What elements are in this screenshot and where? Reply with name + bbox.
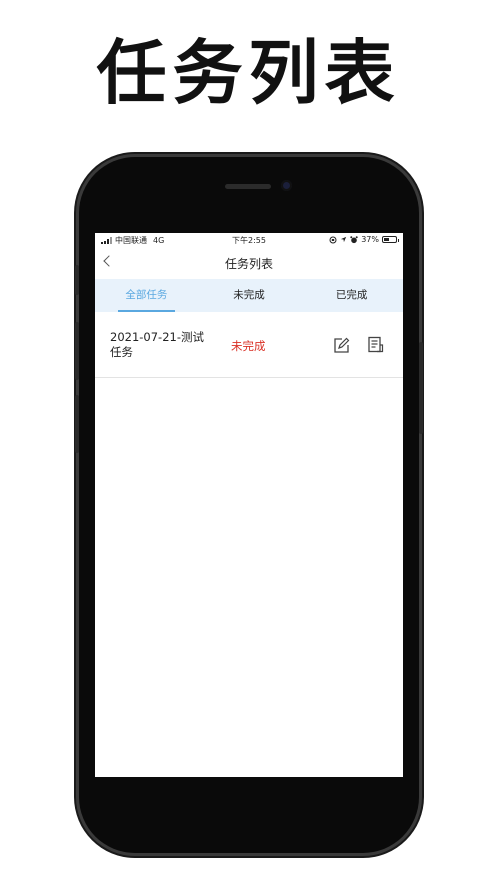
page-title: 任务列表: [224, 257, 273, 271]
task-detail-icon[interactable]: [367, 336, 384, 353]
volume-down-button: [75, 395, 79, 453]
task-filter-tabs: 全部任务 未完成 已完成: [95, 279, 403, 312]
nav-bar: 任务列表: [95, 247, 403, 279]
promo-title: 任务列表: [96, 32, 401, 114]
battery-percent: 37%: [361, 235, 379, 244]
location-icon: [341, 236, 347, 243]
battery-icon: [382, 236, 399, 243]
tab-incomplete[interactable]: 未完成: [198, 279, 301, 312]
tab-completed[interactable]: 已完成: [300, 279, 403, 312]
task-name: 2021-07-21-测试任务: [110, 330, 204, 359]
front-camera: [281, 180, 292, 191]
mute-switch: [75, 265, 79, 295]
volume-up-button: [75, 322, 79, 380]
alarm-icon: [350, 235, 358, 243]
edit-icon[interactable]: [333, 337, 350, 354]
task-status: 未完成: [231, 339, 266, 353]
speaker-grille: [225, 184, 271, 189]
task-row[interactable]: 2021-07-21-测试任务 未完成: [95, 312, 403, 378]
power-button: [419, 342, 423, 434]
status-bar: 中国联通 4G 下午2:55 37%: [95, 233, 403, 247]
orientation-lock-icon: [329, 236, 337, 243]
tab-all-tasks[interactable]: 全部任务: [95, 279, 198, 312]
app-screen: 中国联通 4G 下午2:55 37% 任务列表 全部任务 未完成 已完成 202…: [95, 233, 403, 777]
